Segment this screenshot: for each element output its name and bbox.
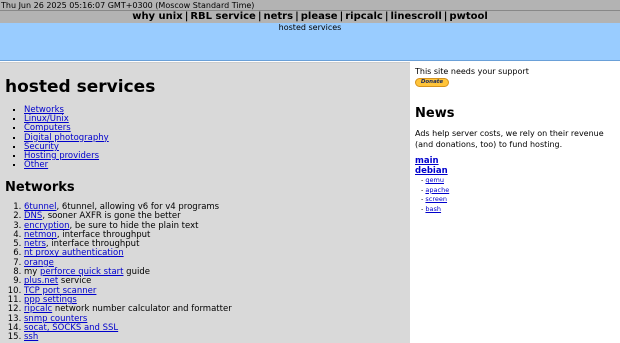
package-list: qemu apache screen bash — [415, 176, 449, 214]
link-main[interactable]: main — [415, 156, 439, 166]
nav-link-please[interactable]: please — [301, 11, 338, 22]
donate-button[interactable]: Donate — [415, 78, 449, 87]
package-link-screen[interactable]: screen — [425, 195, 447, 203]
package-link-apache[interactable]: apache — [425, 186, 449, 194]
list-item: ssh — [24, 333, 232, 342]
list-item: nt proxy authentication — [24, 249, 232, 258]
nav-link-why-unix[interactable]: why unix — [132, 11, 182, 22]
debian-links: main debian — [415, 156, 448, 176]
nav-link-netrs[interactable]: netrs — [264, 11, 294, 22]
datetime-bar: Thu Jun 26 2025 05:16:07 GMT+0300 (Mosco… — [0, 0, 620, 11]
item-description: guide — [123, 267, 150, 278]
nav-separator: | — [257, 11, 262, 22]
sidebar: This site needs your support Donate News… — [411, 62, 620, 343]
datetime-text: Thu Jun 26 2025 05:16:07 GMT+0300 (Mosco… — [1, 1, 255, 10]
networks-list: 6tunnel, 6tunnel, allowing v6 for v4 pro… — [10, 202, 232, 342]
nav-link-linescroll[interactable]: linescroll — [390, 11, 441, 22]
nav-link-rbl-service[interactable]: RBL service — [190, 11, 256, 22]
package-link-qemu[interactable]: qemu — [425, 176, 444, 184]
banner-text: hosted services — [278, 23, 342, 32]
toc-item: Other — [24, 161, 109, 170]
top-nav: why unix | RBL service | netrs | please | ripcal… — [0, 11, 620, 23]
nav-separator: | — [295, 11, 299, 22]
list-item: screen — [421, 195, 449, 205]
news-heading: News — [415, 106, 455, 121]
section-title-networks: Networks — [5, 180, 75, 195]
main-content: hosted services Networks Linux/Unix Comp… — [0, 62, 410, 343]
table-of-contents: Networks Linux/Unix Computers Digital ph… — [12, 105, 109, 170]
list-item: qemu — [421, 176, 449, 186]
page-title: hosted services — [5, 77, 156, 97]
support-text: This site needs your support — [415, 67, 529, 76]
package-link-bash[interactable]: bash — [425, 205, 441, 213]
banner: hosted services — [0, 23, 620, 61]
nav-link-pwtool[interactable]: pwtool — [449, 11, 487, 22]
list-item: socat, SOCKS and SSL — [24, 323, 232, 333]
list-item: bash — [421, 205, 449, 215]
news-body: Ads help server costs, we rely on their … — [415, 129, 604, 149]
network-link[interactable]: ssh — [24, 332, 38, 342]
toc-link-other[interactable]: Other — [24, 160, 48, 170]
list-item: apache — [421, 186, 449, 196]
link-debian[interactable]: debian — [415, 166, 448, 176]
nav-link-ripcalc[interactable]: ripcalc — [345, 11, 383, 22]
